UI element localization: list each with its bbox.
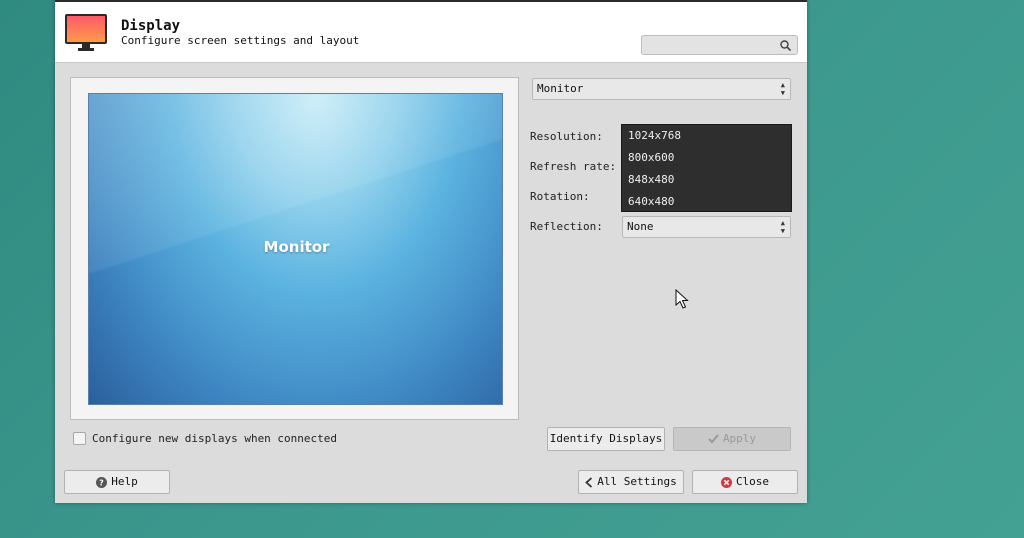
svg-text:?: ?: [99, 478, 104, 487]
monitor-preview-label: Monitor: [263, 238, 330, 256]
resolution-dropdown-list: 1024x768 800x600 848x480 640x480: [621, 124, 792, 212]
close-icon: [720, 476, 732, 488]
apply-button[interactable]: Apply: [673, 427, 791, 451]
configure-new-displays-checkbox[interactable]: [73, 432, 86, 445]
rotation-label: Rotation:: [530, 190, 590, 203]
help-label: Help: [111, 475, 138, 488]
monitor-preview[interactable]: Monitor: [88, 93, 503, 405]
all-settings-label: All Settings: [597, 475, 677, 488]
apply-label: Apply: [722, 432, 757, 445]
resolution-option[interactable]: 640x480: [622, 191, 791, 213]
display-settings-window: Display Configure screen settings and la…: [55, 0, 807, 503]
chevron-left-icon: [585, 476, 593, 488]
display-monitor-icon: [65, 14, 107, 52]
mouse-pointer-icon: [675, 289, 689, 309]
reflection-label: Reflection:: [530, 220, 603, 233]
all-settings-button[interactable]: All Settings: [578, 470, 684, 494]
reflection-select-value: None: [627, 220, 654, 233]
select-arrows-icon: ▲ ▼: [780, 219, 785, 235]
display-layout-preview: Monitor: [70, 77, 519, 420]
resolution-label: Resolution:: [530, 130, 603, 143]
resolution-option[interactable]: 848x480: [622, 169, 791, 191]
help-button[interactable]: ? Help: [64, 470, 170, 494]
checkmark-icon: [708, 434, 719, 444]
close-label: Close: [735, 475, 770, 488]
reflection-select[interactable]: None ▲ ▼: [622, 216, 791, 238]
resolution-option[interactable]: 1024x768: [622, 125, 791, 147]
header: Display Configure screen settings and la…: [55, 2, 807, 63]
configure-new-displays-label: Configure new displays when connected: [92, 432, 338, 445]
select-arrows-icon: ▲ ▼: [780, 81, 785, 97]
page-title: Display: [121, 18, 181, 34]
identify-displays-label: Identify Displays: [549, 432, 663, 445]
search-input[interactable]: [641, 35, 798, 55]
monitor-select[interactable]: Monitor ▲ ▼: [532, 78, 791, 100]
page-subtitle: Configure screen settings and layout: [121, 34, 360, 47]
monitor-select-value: Monitor: [537, 82, 584, 95]
close-button[interactable]: Close: [692, 470, 798, 494]
identify-displays-button[interactable]: Identify Displays: [547, 427, 665, 451]
search-icon: [780, 40, 791, 51]
help-icon: ?: [96, 476, 108, 488]
refresh-rate-label: Refresh rate:: [530, 160, 617, 173]
resolution-option[interactable]: 800x600: [622, 147, 791, 169]
